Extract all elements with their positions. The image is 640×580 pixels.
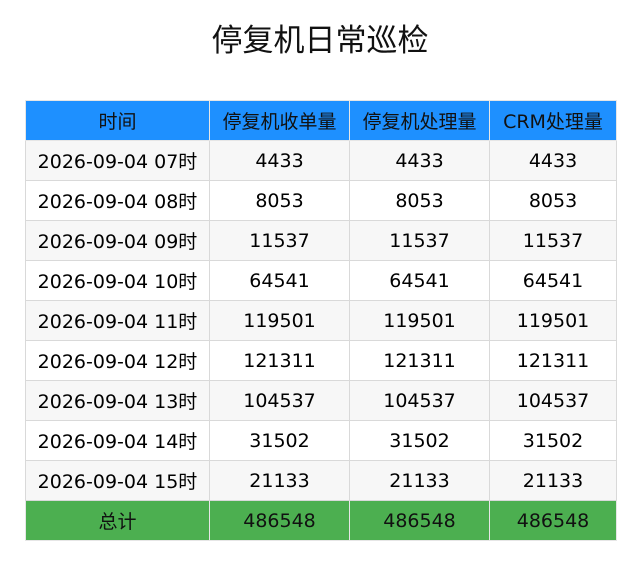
cell-time: 2026-09-04 08时 (25, 180, 210, 221)
cell-orders-received: 64541 (209, 260, 350, 301)
inspection-table: 时间 停复机收单量 停复机处理量 CRM处理量 2026-09-04 07时 4… (25, 100, 617, 541)
cell-crm-processed: 64541 (489, 260, 617, 301)
cell-time: 2026-09-04 14时 (25, 420, 210, 461)
cell-orders-processed: 31502 (349, 420, 490, 461)
cell-orders-received: 119501 (209, 300, 350, 341)
total-crm-processed: 486548 (489, 500, 617, 541)
cell-orders-processed: 8053 (349, 180, 490, 221)
cell-crm-processed: 31502 (489, 420, 617, 461)
cell-crm-processed: 8053 (489, 180, 617, 221)
cell-orders-received: 4433 (209, 140, 350, 181)
cell-crm-processed: 11537 (489, 220, 617, 261)
cell-time: 2026-09-04 11时 (25, 300, 210, 341)
cell-orders-processed: 21133 (349, 460, 490, 501)
cell-time: 2026-09-04 12时 (25, 340, 210, 381)
total-label: 总计 (25, 500, 210, 541)
table-row: 2026-09-04 11时 119501 119501 119501 (25, 300, 617, 341)
cell-orders-processed: 119501 (349, 300, 490, 341)
cell-time: 2026-09-04 15时 (25, 460, 210, 501)
cell-crm-processed: 21133 (489, 460, 617, 501)
page-title: 停复机日常巡检 (211, 23, 429, 59)
cell-orders-processed: 11537 (349, 220, 490, 261)
table-row: 2026-09-04 09时 11537 11537 11537 (25, 220, 617, 261)
cell-orders-received: 31502 (209, 420, 350, 461)
table-row: 2026-09-04 12时 121311 121311 121311 (25, 340, 617, 381)
header-time: 时间 (25, 100, 210, 141)
table-header-row: 时间 停复机收单量 停复机处理量 CRM处理量 (25, 100, 617, 141)
header-orders-received: 停复机收单量 (209, 100, 350, 141)
table-row: 2026-09-04 14时 31502 31502 31502 (25, 420, 617, 461)
table-row: 2026-09-04 13时 104537 104537 104537 (25, 380, 617, 421)
table-row: 2026-09-04 08时 8053 8053 8053 (25, 180, 617, 221)
cell-orders-processed: 4433 (349, 140, 490, 181)
cell-crm-processed: 119501 (489, 300, 617, 341)
cell-orders-processed: 64541 (349, 260, 490, 301)
cell-orders-processed: 121311 (349, 340, 490, 381)
cell-orders-processed: 104537 (349, 380, 490, 421)
table-row: 2026-09-04 10时 64541 64541 64541 (25, 260, 617, 301)
total-row: 总计 486548 486548 486548 (25, 500, 617, 541)
cell-orders-received: 104537 (209, 380, 350, 421)
cell-orders-received: 21133 (209, 460, 350, 501)
cell-crm-processed: 4433 (489, 140, 617, 181)
cell-orders-received: 8053 (209, 180, 350, 221)
cell-time: 2026-09-04 09时 (25, 220, 210, 261)
cell-crm-processed: 104537 (489, 380, 617, 421)
cell-time: 2026-09-04 10时 (25, 260, 210, 301)
header-orders-processed: 停复机处理量 (349, 100, 490, 141)
cell-orders-received: 121311 (209, 340, 350, 381)
cell-crm-processed: 121311 (489, 340, 617, 381)
table-row: 2026-09-04 15时 21133 21133 21133 (25, 460, 617, 501)
cell-time: 2026-09-04 07时 (25, 140, 210, 181)
header-crm-processed: CRM处理量 (489, 100, 617, 141)
total-orders-processed: 486548 (349, 500, 490, 541)
cell-orders-received: 11537 (209, 220, 350, 261)
cell-time: 2026-09-04 13时 (25, 380, 210, 421)
total-orders-received: 486548 (209, 500, 350, 541)
table-row: 2026-09-04 07时 4433 4433 4433 (25, 140, 617, 181)
